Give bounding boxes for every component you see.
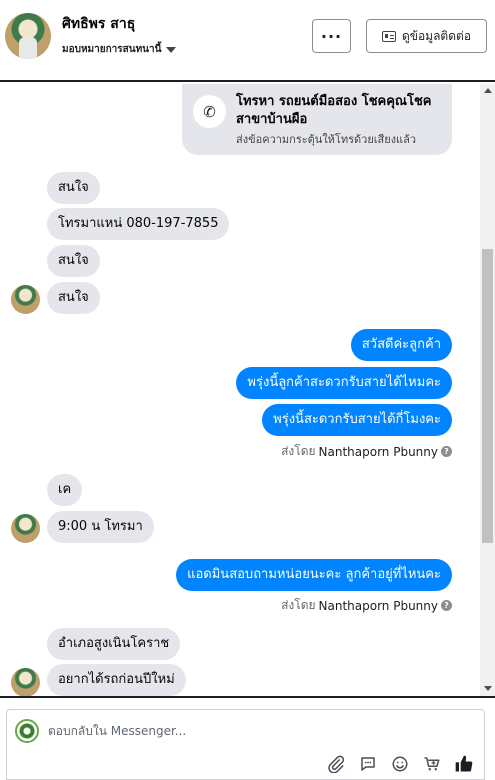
view-contact-info-label: ดูข้อมูลติดต่อ <box>401 28 472 43</box>
incoming-message[interactable]: สนใจ <box>47 172 100 204</box>
outgoing-message[interactable]: พรุ่งนี้ลูกค้าสะดวกรับสายได้ไหมคะ <box>236 367 452 399</box>
composer-divider <box>0 696 495 698</box>
help-icon[interactable]: ? <box>441 446 452 457</box>
sent-by-prefix: ส่งโดย <box>281 598 316 612</box>
incoming-message[interactable]: โทรมาแหน่ 080-197-7855 <box>47 208 230 240</box>
reply-input[interactable] <box>48 721 468 741</box>
reply-composer <box>6 709 485 780</box>
incoming-message[interactable]: เค <box>47 474 83 506</box>
sent-by-name: Nanthaporn Pbunny <box>318 444 438 459</box>
help-icon[interactable]: ? <box>441 600 452 611</box>
sent-by-name: Nanthaporn Pbunny <box>318 598 438 613</box>
outgoing-message[interactable]: พรุ่งนี้สะดวกรับสายได้กี่โมงคะ <box>262 404 452 436</box>
contact-avatar[interactable] <box>5 13 51 59</box>
caret-down-icon <box>166 46 177 53</box>
assign-conversation-dropdown[interactable]: มอบหมายการสนทนานี้ <box>62 42 177 57</box>
sent-by-label: ส่งโดย Nanthaporn Pbunny ? <box>281 442 452 461</box>
contact-card-icon <box>381 30 396 42</box>
contact-name[interactable]: ศิทธิพร สาธุ <box>62 13 135 35</box>
scrollbar-thumb[interactable] <box>482 249 493 543</box>
phone-icon: ✆ <box>193 95 226 128</box>
sent-by-prefix: ส่งโดย <box>281 444 316 458</box>
incoming-message[interactable]: สนใจ <box>47 282 100 314</box>
assign-label: มอบหมายการสนทนานี้ <box>62 44 162 55</box>
outgoing-message[interactable]: สวัสดีค่ะลูกค้า <box>350 329 452 361</box>
more-icon: ··· <box>320 26 343 46</box>
sender-avatar <box>11 285 40 314</box>
scroll-down-arrow-icon[interactable] <box>484 686 492 691</box>
attachment-icon[interactable] <box>325 753 347 775</box>
sent-by-label: ส่งโดย Nanthaporn Pbunny ? <box>281 596 452 615</box>
incoming-message[interactable]: อำเภอสูงเนินโคราช <box>47 628 181 660</box>
more-options-button[interactable]: ··· <box>312 19 351 53</box>
scroll-up-arrow-icon[interactable] <box>484 88 492 93</box>
call-card-title: โทรหา รถยนต์มือสอง โชคคุณโชค สาขาบ้านผือ <box>236 94 432 127</box>
incoming-message[interactable]: อยากได้รถก่อนปีใหม่ <box>47 664 186 696</box>
cart-icon[interactable] <box>421 753 443 775</box>
message-thread[interactable]: ✆ โทรหา รถยนต์มือสอง โชคคุณโชค สาขาบ้านผ… <box>0 84 480 696</box>
incoming-message[interactable]: สนใจ <box>47 245 100 277</box>
call-request-card: ✆ โทรหา รถยนต์มือสอง โชคคุณโชค สาขาบ้านผ… <box>182 84 452 155</box>
incoming-message[interactable]: 9:00 น โทรมา <box>47 511 154 543</box>
saved-reply-icon[interactable] <box>357 753 379 775</box>
outgoing-message[interactable]: แอดมินสอบถามหน่อยนะคะ ลูกค้าอยู่ที่ไหนคะ <box>176 559 452 591</box>
sender-avatar <box>11 514 40 543</box>
call-card-subtitle: ส่งข้อความกระตุ้นให้โทรด้วยเสียงแล้ว <box>236 133 417 146</box>
sender-avatar <box>11 668 40 696</box>
view-contact-info-button[interactable]: ดูข้อมูลติดต่อ <box>366 19 487 53</box>
conversation-header: ศิทธิพร สาธุ มอบหมายการสนทนานี้ ··· ดูข้… <box>0 0 495 82</box>
emoji-icon[interactable] <box>389 753 411 775</box>
like-icon[interactable] <box>453 753 475 775</box>
page-avatar <box>15 719 39 743</box>
